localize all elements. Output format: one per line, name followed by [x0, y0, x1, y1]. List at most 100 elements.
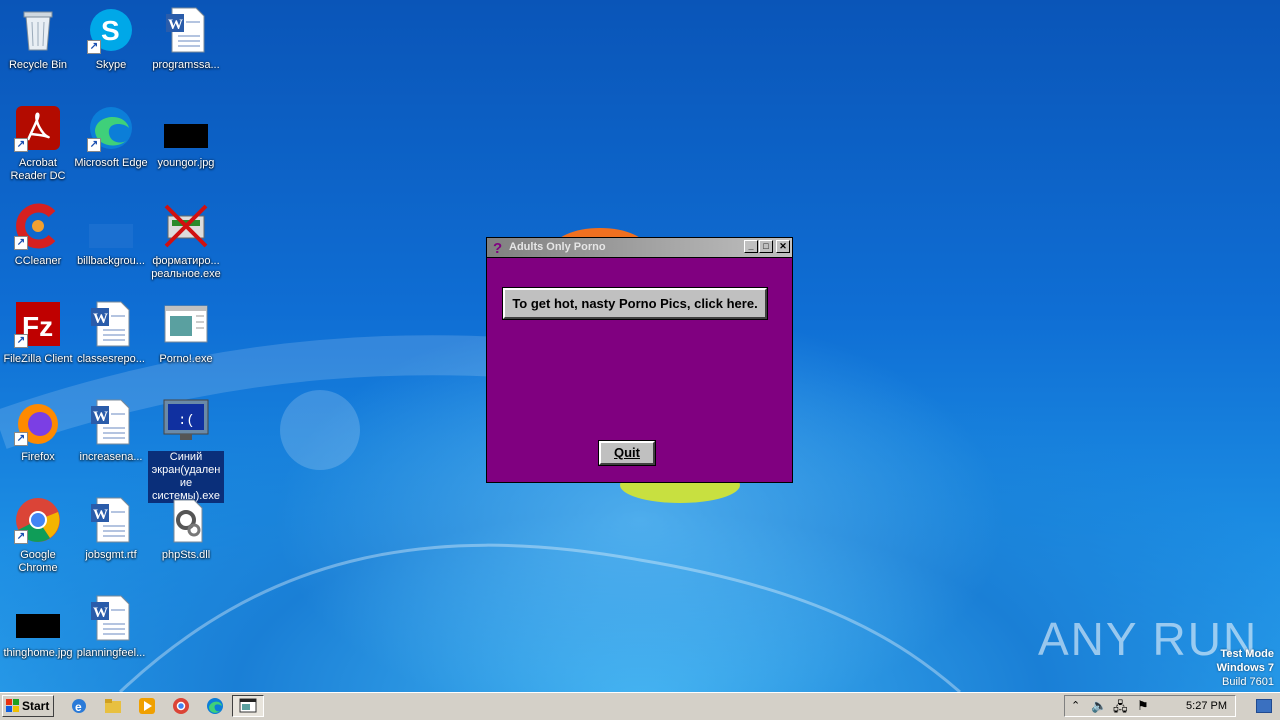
start-button[interactable]: Start — [2, 695, 54, 717]
icon-label: classesrepo... — [77, 353, 145, 365]
porno-pics-button[interactable]: To get hot, nasty Porno Pics, click here… — [502, 287, 768, 320]
windows-flag-icon — [6, 699, 19, 712]
question-mark-icon: ? — [493, 240, 502, 255]
desktop-icon-acrobat[interactable]: ↗ Acrobat Reader DC — [0, 104, 76, 183]
desktop-icon-skype[interactable]: S ↗ Skype — [73, 6, 149, 72]
windows-version-line: Windows 7 — [1216, 662, 1274, 674]
clock[interactable]: 5:27 PM — [1186, 700, 1227, 712]
icon-label: Porno!.exe — [159, 353, 213, 365]
test-mode-line: Test Mode — [1220, 648, 1274, 660]
icon-label: Google Chrome — [18, 549, 58, 574]
exe-window-icon — [162, 300, 210, 348]
desktop-icon-increasena[interactable]: W increasena... — [73, 398, 149, 464]
desktop-icon-phpsts-dll[interactable]: phpSts.dll — [148, 496, 224, 562]
shortcut-arrow-icon: ↗ — [14, 138, 28, 152]
show-hidden-icons-icon[interactable]: ⌃ — [1071, 699, 1080, 712]
desktop-icon-edge[interactable]: ↗ Microsoft Edge — [73, 104, 149, 170]
icon-label: billbackgrou... — [77, 255, 145, 267]
edge-taskbar-icon[interactable] — [206, 697, 224, 715]
desktop-icon-billbackground[interactable]: billbackgrou... — [73, 202, 149, 268]
word-doc-icon: W — [162, 6, 210, 54]
shortcut-arrow-icon: ↗ — [14, 432, 28, 446]
chrome-taskbar-icon[interactable] — [172, 697, 190, 715]
svg-text:W: W — [93, 507, 108, 523]
chrome-icon: ↗ — [14, 496, 62, 544]
shortcut-arrow-icon: ↗ — [87, 40, 101, 54]
icon-label: Acrobat Reader DC — [10, 157, 66, 182]
quit-button[interactable]: Quit — [598, 440, 656, 466]
filezilla-icon: Fz ↗ — [14, 300, 62, 348]
desktop-icon-bsod-exe[interactable]: :( Синий экран(удаление системы).exe — [148, 398, 224, 503]
icon-label: FileZilla Client — [3, 353, 73, 365]
shortcut-arrow-icon: ↗ — [87, 138, 101, 152]
desktop-icon-firefox[interactable]: ↗ Firefox — [0, 398, 76, 464]
bsod-exe-icon: :( — [162, 398, 210, 446]
svg-text:?: ? — [493, 240, 502, 255]
desktop-icon-porno-exe[interactable]: Porno!.exe — [148, 300, 224, 366]
svg-text:W: W — [93, 605, 108, 621]
desktop-icon-planningfeel[interactable]: W planningfeel... — [73, 594, 149, 660]
desktop-icon-ccleaner[interactable]: ↗ CCleaner — [0, 202, 76, 268]
word-doc-icon: W — [87, 496, 135, 544]
recycle-bin-icon — [14, 6, 62, 54]
desktop: Recycle Bin ↗ Acrobat Reader DC ↗ CClean… — [0, 0, 1280, 692]
image-file-icon — [87, 202, 135, 250]
icon-label: programssa... — [152, 59, 220, 71]
firefox-icon: ↗ — [14, 398, 62, 446]
desktop-icon-classesrepo[interactable]: W classesrepo... — [73, 300, 149, 366]
test-mode-watermark: Test Mode Windows 7 Build 7601 — [1217, 647, 1274, 689]
icon-label: phpSts.dll — [161, 549, 211, 561]
acrobat-icon: ↗ — [14, 104, 62, 152]
shortcut-arrow-icon: ↗ — [14, 530, 28, 544]
adults-only-dialog: ? Adults Only Porno _ □ ✕ To get hot, na… — [486, 237, 793, 483]
maximize-button[interactable]: □ — [759, 240, 773, 253]
desktop-icon-chrome[interactable]: ↗ Google Chrome — [0, 496, 76, 575]
icon-label: Recycle Bin — [8, 59, 68, 71]
network-icon[interactable]: 🖧 — [1113, 698, 1128, 720]
file-explorer-icon[interactable] — [104, 697, 122, 715]
system-tray: ⌃ 🔈 🖧 ⚑ 5:27 PM — [1064, 695, 1236, 717]
action-center-flag-icon[interactable]: ⚑ — [1137, 698, 1149, 714]
word-doc-icon: W — [87, 398, 135, 446]
icon-label: thinghome.jpg — [3, 647, 73, 659]
build-line: Build 7601 — [1222, 676, 1274, 688]
word-doc-icon: W — [87, 594, 135, 642]
taskbar-app-button-porno[interactable] — [232, 695, 264, 717]
start-label: Start — [22, 699, 50, 713]
image-file-icon — [162, 104, 210, 152]
desktop-icon-recycle-bin[interactable]: Recycle Bin — [0, 6, 76, 72]
internet-explorer-icon[interactable]: e — [70, 697, 88, 715]
edge-icon: ↗ — [87, 104, 135, 152]
desktop-icon-youngor[interactable]: youngor.jpg — [148, 104, 224, 170]
icon-label: Skype — [95, 59, 127, 71]
svg-text:e: e — [75, 700, 82, 714]
icon-label: Firefox — [21, 451, 55, 463]
desktop-icon-thinghome[interactable]: thinghome.jpg — [0, 594, 76, 660]
icon-label: Microsoft Edge — [74, 157, 148, 169]
dialog-title: Adults Only Porno — [509, 241, 606, 253]
volume-icon[interactable]: 🔈 — [1091, 698, 1107, 714]
close-button[interactable]: ✕ — [776, 240, 790, 253]
icon-label: jobsgmt.rtf — [85, 549, 137, 561]
ccleaner-icon: ↗ — [14, 202, 62, 250]
skype-icon: S ↗ — [87, 6, 135, 54]
taskbar: Start e ⌃ 🔈 🖧 ⚑ 5:27 PM — [0, 692, 1280, 720]
desktop-icon-jobsgmt[interactable]: W jobsgmt.rtf — [73, 496, 149, 562]
desktop-icon-programssa[interactable]: W programssa... — [148, 6, 224, 72]
exe-icon — [162, 202, 210, 250]
show-desktop-icon[interactable] — [1256, 699, 1272, 713]
shortcut-arrow-icon: ↗ — [14, 334, 28, 348]
svg-text::(: :( — [178, 413, 195, 429]
dll-gear-icon — [162, 496, 210, 544]
icon-label: increasena... — [79, 451, 143, 463]
dialog-titlebar[interactable]: ? Adults Only Porno _ □ ✕ — [487, 238, 792, 258]
icon-label: youngor.jpg — [157, 157, 215, 169]
minimize-button[interactable]: _ — [744, 240, 758, 253]
desktop-icon-formatirovanie[interactable]: форматиро... реальное.exe — [148, 202, 224, 281]
media-player-icon[interactable] — [138, 697, 156, 715]
icon-label: CCleaner — [14, 255, 62, 267]
desktop-icon-filezilla[interactable]: Fz ↗ FileZilla Client — [0, 300, 76, 366]
word-doc-icon: W — [87, 300, 135, 348]
icon-label: planningfeel... — [76, 647, 146, 659]
svg-text:W: W — [93, 409, 108, 425]
